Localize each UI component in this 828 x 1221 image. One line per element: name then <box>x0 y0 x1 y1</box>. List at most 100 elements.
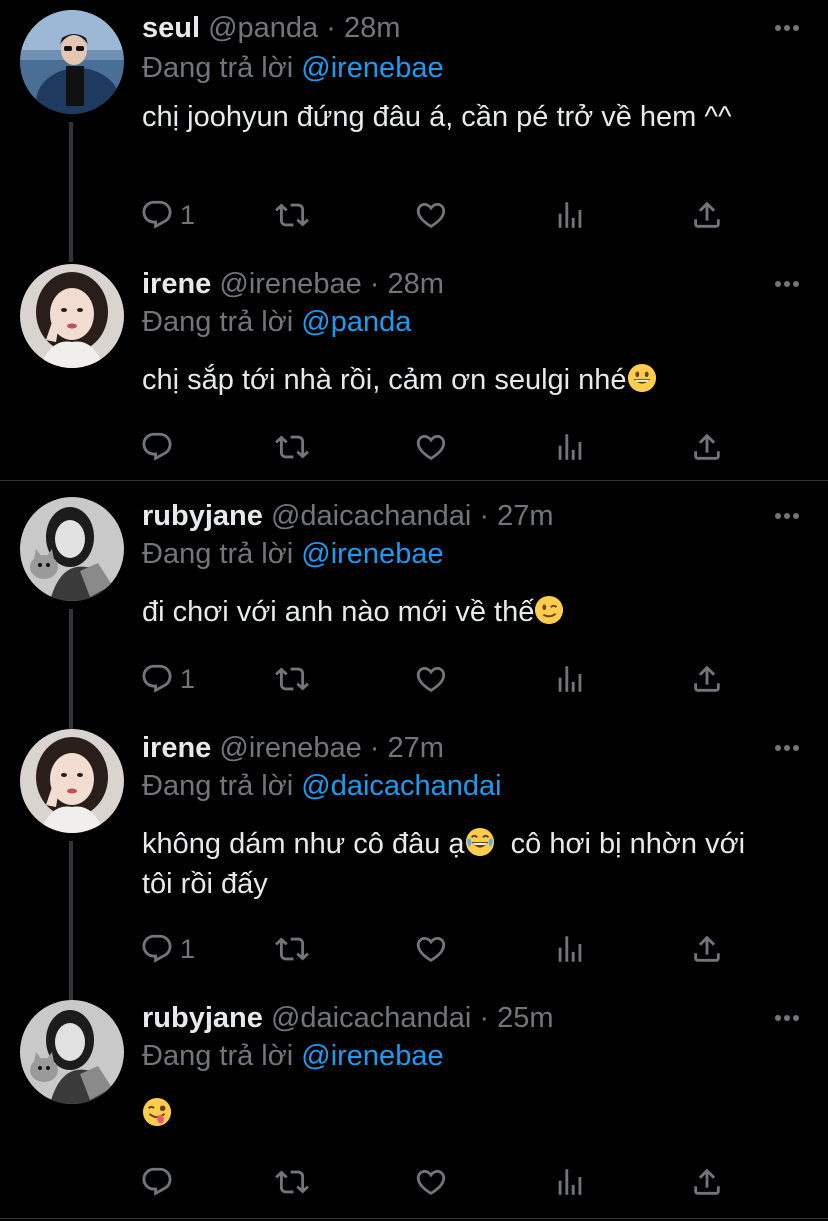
timestamp[interactable]: 28m <box>388 268 444 300</box>
tweet-text: đi chơi với anh nào mới về thế <box>142 592 802 632</box>
display-name[interactable]: rubyjane <box>142 1002 263 1034</box>
separator: · <box>369 732 380 764</box>
like-button[interactable] <box>414 929 448 969</box>
retweet-icon <box>275 1165 309 1199</box>
tweet-3[interactable]: rubyjane @daicachandai · 27m Đang trả lờ… <box>0 481 828 729</box>
tweet-header: rubyjane @daicachandai · 25m <box>142 1000 554 1036</box>
action-bar <box>140 1162 740 1202</box>
tweet-header: rubyjane @daicachandai · 27m <box>142 498 554 534</box>
wink-emoji <box>534 595 564 625</box>
like-button[interactable] <box>414 427 448 467</box>
replying-to: Đang trả lời @irenebae <box>142 536 444 572</box>
reply-icon <box>140 430 174 464</box>
username[interactable]: @daicachandai <box>271 1002 471 1034</box>
reply-button[interactable]: 1 <box>140 195 195 235</box>
timestamp[interactable]: 27m <box>388 732 444 764</box>
replying-to: Đang trả lời @panda <box>142 304 411 340</box>
replying-label: Đang trả lời <box>142 52 294 84</box>
separator: · <box>369 268 380 300</box>
username[interactable]: @irenebae <box>219 732 361 764</box>
retweet-icon <box>275 662 309 696</box>
tweet-text-content: đi chơi với anh nào mới về thế <box>142 596 535 628</box>
reply-button[interactable] <box>140 427 180 467</box>
like-button[interactable] <box>414 659 448 699</box>
more-icon[interactable] <box>774 744 800 752</box>
timestamp[interactable]: 25m <box>497 1002 553 1034</box>
joy-emoji <box>465 827 495 857</box>
more-icon[interactable] <box>774 280 800 288</box>
like-icon <box>414 1165 448 1199</box>
action-bar <box>140 427 740 467</box>
like-button[interactable] <box>414 1162 448 1202</box>
avatar[interactable] <box>20 10 124 114</box>
reply-count: 1 <box>180 199 196 230</box>
display-name[interactable]: rubyjane <box>142 500 263 532</box>
bottom-divider <box>0 1218 828 1219</box>
username[interactable]: @irenebae <box>219 268 361 300</box>
analytics-button[interactable] <box>553 929 587 969</box>
share-button[interactable] <box>690 929 724 969</box>
mention-link[interactable]: @irenebae <box>301 538 443 570</box>
share-button[interactable] <box>690 195 724 235</box>
tweet-2[interactable]: irene @irenebae · 28m Đang trả lời @pand… <box>0 250 828 480</box>
analytics-button[interactable] <box>553 1162 587 1202</box>
avatar[interactable] <box>20 729 124 833</box>
tweet-1[interactable]: seul @panda · 28m Đang trả lời @irenebae… <box>0 0 828 262</box>
share-button[interactable] <box>690 1162 724 1202</box>
mention-link[interactable]: @irenebae <box>301 1040 443 1072</box>
analytics-button[interactable] <box>553 427 587 467</box>
retweet-button[interactable] <box>275 929 309 969</box>
reply-button[interactable]: 1 <box>140 659 195 699</box>
display-name[interactable]: seul <box>142 12 200 44</box>
share-icon <box>690 1165 724 1199</box>
analytics-icon <box>553 932 587 966</box>
share-icon <box>690 198 724 232</box>
mention-link[interactable]: @daicachandai <box>301 770 501 802</box>
retweet-icon <box>275 430 309 464</box>
tweet-4[interactable]: irene @irenebae · 27m Đang trả lời @daic… <box>0 721 828 1005</box>
replying-label: Đang trả lời <box>142 306 294 338</box>
analytics-button[interactable] <box>553 195 587 235</box>
like-icon <box>414 932 448 966</box>
tweet-5[interactable]: rubyjane @daicachandai · 25m Đang trả lờ… <box>0 992 828 1221</box>
timestamp[interactable]: 27m <box>497 500 553 532</box>
more-icon[interactable] <box>774 512 800 520</box>
analytics-button[interactable] <box>553 659 587 699</box>
retweet-button[interactable] <box>275 195 309 235</box>
username[interactable]: @panda <box>208 12 318 44</box>
more-icon[interactable] <box>774 1014 800 1022</box>
action-bar: 1 <box>140 929 740 969</box>
mention-link[interactable]: @irenebae <box>301 52 443 84</box>
replying-label: Đang trả lời <box>142 538 294 570</box>
reply-button[interactable]: 1 <box>140 929 195 969</box>
tweet-header: irene @irenebae · 27m <box>142 730 444 766</box>
analytics-icon <box>553 198 587 232</box>
share-button[interactable] <box>690 427 724 467</box>
avatar[interactable] <box>20 497 124 601</box>
analytics-icon <box>553 1165 587 1199</box>
retweet-button[interactable] <box>275 1162 309 1202</box>
avatar[interactable] <box>20 1000 124 1104</box>
timestamp[interactable]: 28m <box>344 12 400 44</box>
replying-to: Đang trả lời @daicachandai <box>142 768 502 804</box>
reply-count: 1 <box>180 933 196 964</box>
more-icon[interactable] <box>774 24 800 32</box>
display-name[interactable]: irene <box>142 268 211 300</box>
share-button[interactable] <box>690 659 724 699</box>
avatar[interactable] <box>20 264 124 368</box>
tweet-text: chị joohyun đứng đâu á, cần pé trở về he… <box>142 97 782 137</box>
reply-button[interactable] <box>140 1162 180 1202</box>
reply-icon <box>140 662 174 696</box>
grinning-emoji <box>627 363 657 393</box>
replying-label: Đang trả lời <box>142 1040 294 1072</box>
analytics-icon <box>553 430 587 464</box>
username[interactable]: @daicachandai <box>271 500 471 532</box>
replying-to: Đang trả lời @irenebae <box>142 50 444 86</box>
like-icon <box>414 198 448 232</box>
retweet-button[interactable] <box>275 427 309 467</box>
mention-link[interactable]: @panda <box>301 306 411 338</box>
share-icon <box>690 662 724 696</box>
display-name[interactable]: irene <box>142 732 211 764</box>
retweet-button[interactable] <box>275 659 309 699</box>
like-button[interactable] <box>414 195 448 235</box>
